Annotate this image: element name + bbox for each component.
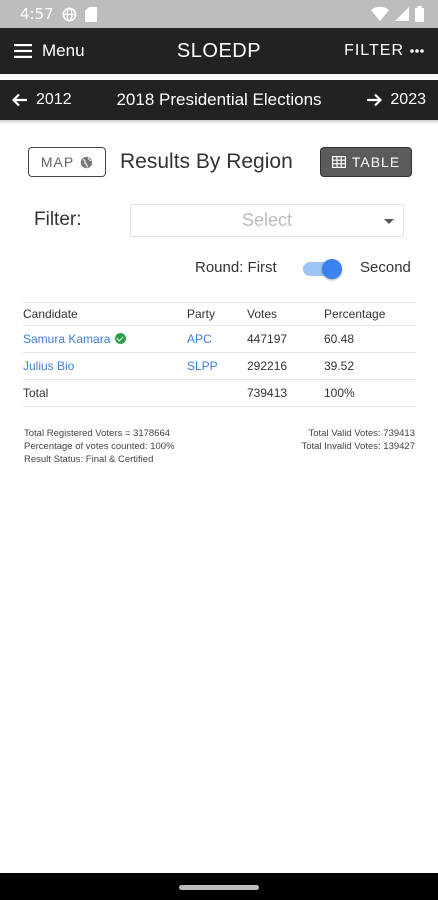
battery-icon bbox=[415, 6, 424, 22]
status-left: 4:57 bbox=[20, 5, 97, 23]
more-horizontal-icon bbox=[410, 49, 424, 53]
toggle-thumb bbox=[322, 259, 342, 279]
status-right bbox=[371, 6, 424, 22]
summary-right: Total Valid Votes: 739413 Total Invalid … bbox=[301, 427, 415, 453]
sd-card-icon bbox=[84, 6, 97, 22]
total-party-cell bbox=[187, 379, 247, 407]
valid-votes: Total Valid Votes: 739413 bbox=[308, 428, 415, 439]
next-year-label: 2023 bbox=[390, 91, 426, 108]
header-votes: Votes bbox=[247, 302, 324, 326]
party-cell: APC bbox=[187, 325, 247, 353]
round-toggle[interactable] bbox=[301, 258, 343, 280]
round-first-label: Round: First bbox=[195, 259, 277, 276]
registered-voters: Total Registered Voters = 3178664 bbox=[24, 428, 171, 439]
table-view-label: TABLE bbox=[351, 154, 401, 170]
arrow-right-icon bbox=[367, 93, 383, 107]
table-icon bbox=[331, 156, 346, 168]
total-percentage: 100% bbox=[324, 379, 416, 407]
hamburger-icon bbox=[14, 44, 32, 58]
year-bar-shadow bbox=[0, 120, 438, 124]
menu-button[interactable]: Menu bbox=[14, 41, 85, 61]
invalid-votes: Total Invalid Votes: 139427 bbox=[301, 441, 415, 452]
filter-label: FILTER bbox=[344, 42, 404, 59]
status-time: 4:57 bbox=[20, 5, 54, 23]
party-link[interactable]: APC bbox=[187, 332, 212, 346]
check-circle-icon bbox=[115, 333, 127, 344]
header-candidate: Candidate bbox=[23, 302, 187, 326]
menu-label: Menu bbox=[42, 41, 85, 60]
arrow-left-icon bbox=[12, 93, 27, 107]
header-percentage: Percentage bbox=[324, 302, 416, 326]
caret-down-icon bbox=[384, 219, 394, 224]
map-view-label: MAP bbox=[40, 154, 75, 170]
table-view-button[interactable]: TABLE bbox=[320, 147, 412, 177]
next-year-button[interactable]: 2023 bbox=[366, 91, 426, 109]
summary-left: Total Registered Voters = 3178664 Percen… bbox=[24, 427, 175, 466]
app-bar: Menu SLOEDP FILTER bbox=[0, 28, 438, 74]
total-row: Total 739413 100% bbox=[23, 379, 416, 407]
prev-year-label: 2012 bbox=[36, 91, 72, 108]
map-view-button[interactable]: MAP bbox=[28, 147, 106, 177]
round-second-label: Second bbox=[360, 259, 411, 276]
table-row: Julius Bio SLPP 292216 39.52 bbox=[23, 352, 416, 380]
total-votes: 739413 bbox=[247, 379, 324, 407]
header-party: Party bbox=[187, 302, 247, 326]
region-filter-select[interactable]: Select bbox=[130, 204, 404, 237]
year-nav-bar: 2012 2018 Presidential Elections 2023 bbox=[0, 80, 438, 120]
filter-button[interactable]: FILTER bbox=[344, 42, 424, 60]
votes-cell: 447197 bbox=[247, 325, 324, 353]
globe-icon bbox=[80, 156, 93, 168]
prev-year-button[interactable]: 2012 bbox=[12, 91, 72, 109]
results-title: Results By Region bbox=[120, 150, 293, 173]
candidate-cell: Samura Kamara bbox=[23, 325, 187, 353]
results-table: Candidate Party Votes Percentage Samura … bbox=[23, 302, 416, 407]
percentage-cell: 39.52 bbox=[324, 352, 416, 380]
home-indicator[interactable] bbox=[179, 885, 259, 890]
status-bar: 4:57 bbox=[0, 0, 438, 28]
votes-cell: 292216 bbox=[247, 352, 324, 380]
filter-field-label: Filter: bbox=[34, 209, 82, 230]
table-header-row: Candidate Party Votes Percentage bbox=[23, 302, 416, 326]
votes-counted: Percentage of votes counted: 100% bbox=[24, 441, 175, 452]
percentage-cell: 60.48 bbox=[324, 325, 416, 353]
party-cell: SLPP bbox=[187, 352, 247, 380]
candidate-link[interactable]: Julius Bio bbox=[23, 359, 74, 373]
table-row: Samura Kamara APC 447197 60.48 bbox=[23, 325, 416, 353]
candidate-cell: Julius Bio bbox=[23, 352, 187, 380]
signal-icon bbox=[395, 7, 409, 21]
total-label: Total bbox=[23, 379, 187, 407]
globe-icon bbox=[62, 7, 77, 21]
result-status: Result Status: Final & Certified bbox=[24, 454, 154, 465]
party-link[interactable]: SLPP bbox=[187, 359, 218, 373]
wifi-icon bbox=[371, 7, 389, 21]
view-heading-row: MAP Results By Region TABLE bbox=[28, 146, 412, 178]
filter-placeholder: Select bbox=[241, 210, 293, 230]
candidate-link[interactable]: Samura Kamara bbox=[23, 332, 110, 346]
